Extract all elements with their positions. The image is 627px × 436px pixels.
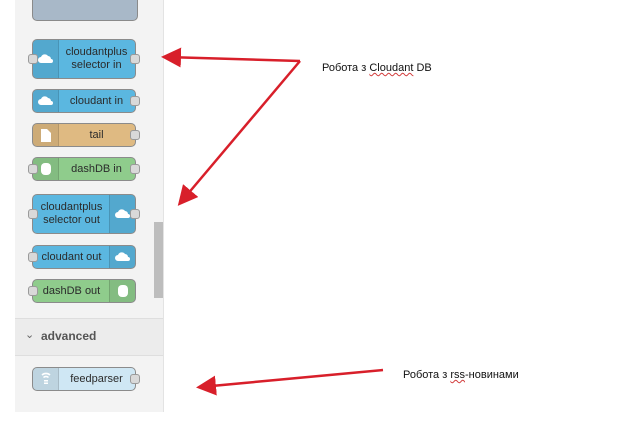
arrow-to-cloudantplus-out <box>177 60 301 206</box>
output-port[interactable] <box>130 164 140 174</box>
palette-node-dashdb-in[interactable]: dashDB in <box>28 157 140 181</box>
arrow-to-feedparser <box>196 368 384 396</box>
node-label: cloudant out <box>41 250 102 263</box>
annotation-text: DB <box>413 62 432 74</box>
cloud-icon <box>33 90 59 112</box>
palette-node-cloudantplus-selector-out[interactable]: cloudantplus selector out <box>28 194 140 234</box>
annotation-text: Робота з <box>403 369 451 381</box>
node-label: dashDB out <box>42 284 101 297</box>
output-port[interactable] <box>130 209 140 219</box>
node-label: cloudant in <box>69 94 124 107</box>
output-port[interactable] <box>130 54 140 64</box>
output-port[interactable] <box>130 130 140 140</box>
output-port[interactable] <box>130 96 140 106</box>
cloud-icon <box>109 246 135 268</box>
output-port[interactable] <box>130 374 140 384</box>
palette-scrollbar[interactable] <box>154 222 163 298</box>
palette-node-tail[interactable]: tail <box>32 123 140 147</box>
file-icon <box>33 124 59 146</box>
rss-icon <box>33 368 59 390</box>
annotation-highlight: rss <box>450 369 466 381</box>
input-port[interactable] <box>28 54 38 64</box>
annotation-highlight: Cloudant <box>369 62 414 74</box>
palette-node-cloudant-in[interactable]: cloudant in <box>32 89 140 113</box>
annotation-rss: Робота з rss-новинами <box>403 369 519 381</box>
arrow-to-cloudantplus-in <box>161 47 301 68</box>
palette-node-feedparser[interactable]: feedparser <box>32 367 140 391</box>
chevron-down-icon: ⌄ <box>25 329 35 341</box>
input-port[interactable] <box>28 286 38 296</box>
input-port[interactable] <box>28 164 38 174</box>
annotation-text: Робота з <box>322 62 370 74</box>
section-label: advanced <box>41 329 97 343</box>
node-label: dashDB in <box>71 162 122 175</box>
database-icon <box>109 280 135 302</box>
partial-node-top <box>32 0 138 21</box>
palette-node-dashdb-out[interactable]: dashDB out <box>28 279 136 303</box>
input-port[interactable] <box>28 209 38 219</box>
annotation-text: -новинами <box>465 369 519 381</box>
annotation-cloudant: Робота з Cloudant DB <box>322 62 432 74</box>
palette-node-cloudantplus-selector-in[interactable]: cloudantplus selector in <box>28 39 140 79</box>
input-port[interactable] <box>28 252 38 262</box>
node-label: feedparser <box>70 372 123 385</box>
node-label: cloudantplus selector out <box>40 201 103 226</box>
palette-node-cloudant-out[interactable]: cloudant out <box>28 245 136 269</box>
node-label: tail <box>89 128 104 141</box>
palette-section-advanced[interactable]: ⌄ advanced <box>15 318 163 356</box>
node-label: cloudantplus selector in <box>65 46 128 71</box>
